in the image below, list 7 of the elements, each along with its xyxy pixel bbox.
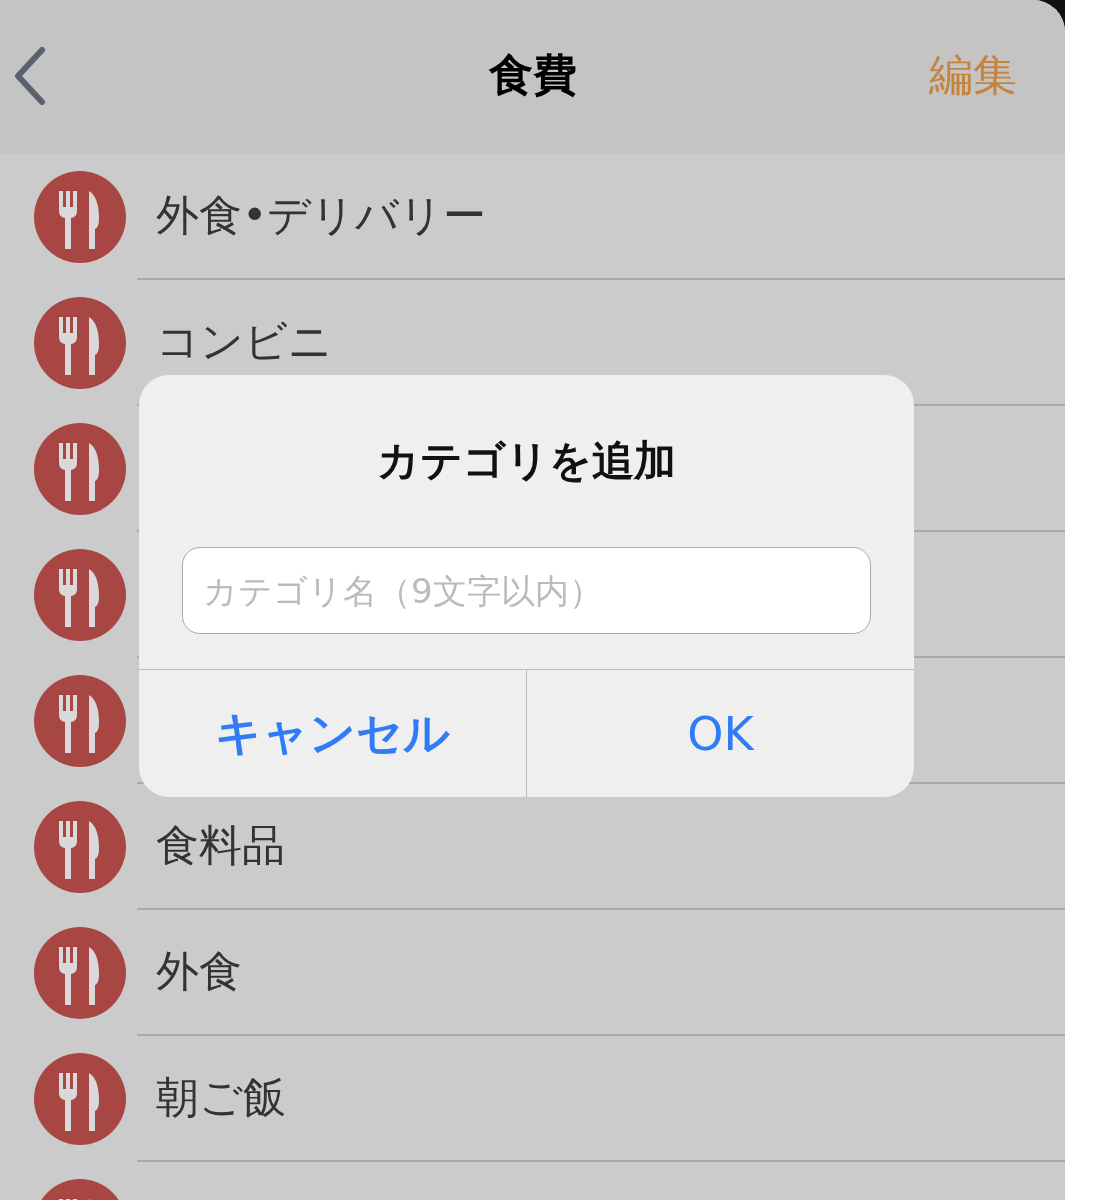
category-label: コンビニ bbox=[156, 315, 332, 368]
category-label: 食料品 bbox=[156, 819, 285, 872]
category-label: 朝ご飯 bbox=[156, 1071, 286, 1124]
dialog-title: カテゴリを追加 bbox=[376, 435, 677, 487]
screen-title: 食費 bbox=[488, 48, 577, 102]
category-label: 外食 bbox=[156, 945, 242, 998]
category-label: 外食•デリバリー bbox=[156, 189, 487, 242]
